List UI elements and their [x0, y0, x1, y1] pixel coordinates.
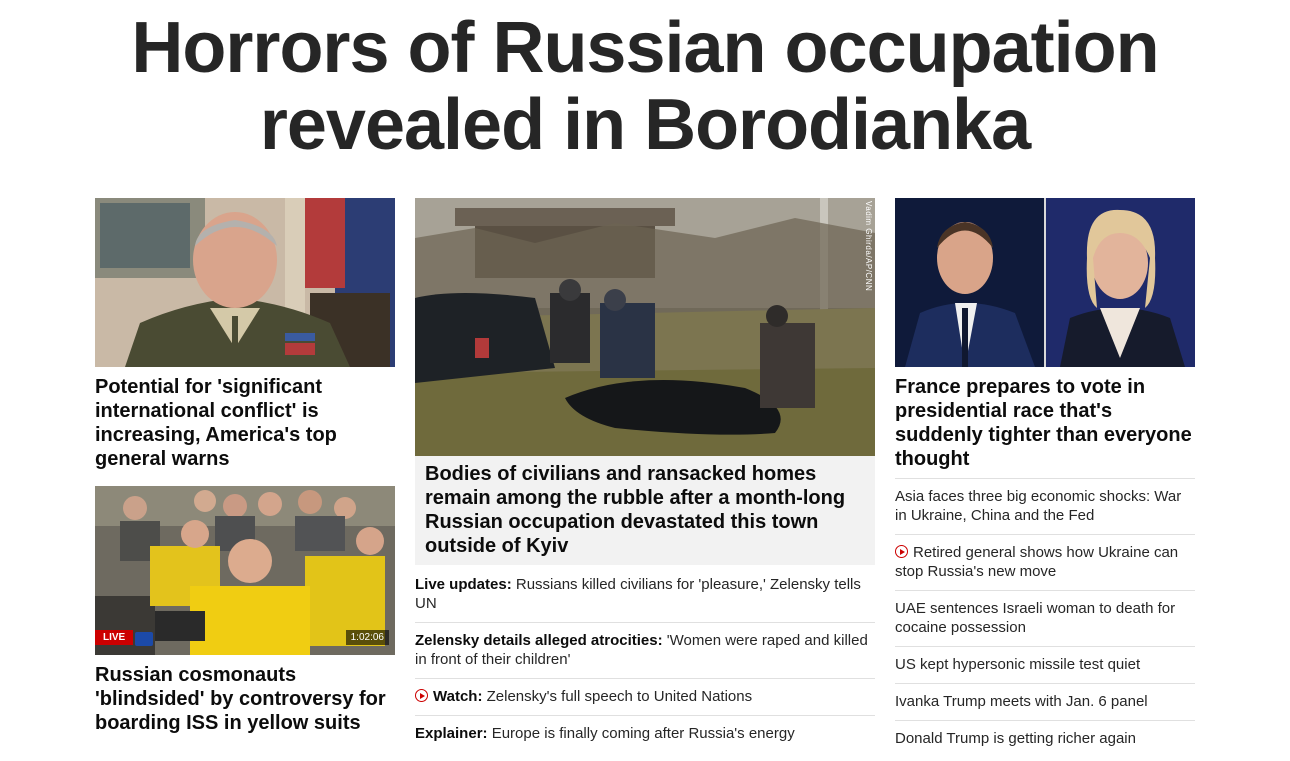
- main-headline-link[interactable]: Horrors of Russian occupation revealed i…: [131, 8, 1159, 165]
- list-item[interactable]: US kept hypersonic missile test quiet: [895, 646, 1195, 683]
- feature-title-box: Bodies of civilians and ransacked homes …: [415, 456, 875, 565]
- borodianka-feature-image[interactable]: Vadim Ghirda/AP/CNN: [415, 198, 875, 456]
- play-video-icon: [895, 545, 908, 558]
- headline-link-asia-shocks[interactable]: Asia faces three big economic shocks: Wa…: [895, 488, 1181, 524]
- related-link-watch-speech[interactable]: Watch: Zelensky's full speech to United …: [415, 688, 752, 705]
- cosmonauts-video-thumbnail[interactable]: LIVE 1:02:06: [95, 486, 395, 655]
- link-text: Retired general shows how Ukraine can st…: [895, 544, 1179, 580]
- story-title-france-election[interactable]: France prepares to vote in presidential …: [895, 375, 1195, 471]
- list-item[interactable]: Watch: Zelensky's full speech to United …: [415, 678, 875, 715]
- headlines-list: Asia faces three big economic shocks: Wa…: [895, 478, 1195, 757]
- headline-link-ivanka[interactable]: Ivanka Trump meets with Jan. 6 panel: [895, 693, 1148, 710]
- story-title-cosmonauts[interactable]: Russian cosmonauts 'blindsided' by contr…: [95, 663, 395, 735]
- list-item[interactable]: Ivanka Trump meets with Jan. 6 panel: [895, 683, 1195, 720]
- list-item[interactable]: Zelensky details alleged atrocities: 'Wo…: [415, 622, 875, 678]
- link-kicker: Explainer:: [415, 725, 488, 742]
- headline-link-trump-richer[interactable]: Donald Trump is getting richer again: [895, 730, 1136, 747]
- list-item[interactable]: Explainer: Europe is finally coming afte…: [415, 715, 875, 752]
- live-badge: LIVE: [95, 630, 134, 645]
- right-column: France prepares to vote in presidential …: [895, 198, 1195, 757]
- center-column: Vadim Ghirda/AP/CNN Bodies of civilians …: [415, 198, 875, 752]
- related-link-live-updates[interactable]: Live updates: Russians killed civilians …: [415, 576, 861, 612]
- headline-link-hypersonic[interactable]: US kept hypersonic missile test quiet: [895, 656, 1140, 673]
- image-credit: Vadim Ghirda/AP/CNN: [864, 201, 873, 292]
- list-item[interactable]: Asia faces three big economic shocks: Wa…: [895, 479, 1195, 534]
- macron-lepen-image[interactable]: [895, 198, 1195, 367]
- list-item[interactable]: UAE sentences Israeli woman to death for…: [895, 590, 1195, 646]
- link-kicker: Watch:: [433, 688, 483, 705]
- link-text: Zelensky's full speech to United Nations: [482, 688, 753, 705]
- feature-story-title[interactable]: Bodies of civilians and ransacked homes …: [425, 462, 865, 558]
- channel-logo-icon: [135, 632, 153, 646]
- list-item[interactable]: Retired general shows how Ukraine can st…: [895, 534, 1195, 590]
- link-text: Europe is finally coming after Russia's …: [487, 725, 795, 742]
- headline-link-retired-general[interactable]: Retired general shows how Ukraine can st…: [895, 544, 1178, 580]
- link-kicker: Live updates:: [415, 576, 512, 593]
- list-item[interactable]: Live updates: Russians killed civilians …: [415, 567, 875, 622]
- play-video-icon: [415, 689, 428, 702]
- list-item[interactable]: Donald Trump is getting richer again: [895, 720, 1195, 757]
- story-title-milley[interactable]: Potential for 'significant international…: [95, 375, 395, 471]
- main-headline: Horrors of Russian occupation revealed i…: [0, 10, 1290, 164]
- related-links-list: Live updates: Russians killed civilians …: [415, 567, 875, 752]
- related-link-explainer[interactable]: Explainer: Europe is finally coming afte…: [415, 725, 795, 742]
- related-link-atrocities[interactable]: Zelensky details alleged atrocities: 'Wo…: [415, 632, 868, 668]
- headline-link-uae-sentence[interactable]: UAE sentences Israeli woman to death for…: [895, 600, 1175, 636]
- video-duration: 1:02:06: [345, 630, 389, 645]
- left-column: Potential for 'significant international…: [95, 198, 395, 735]
- link-kicker: Zelensky details alleged atrocities:: [415, 632, 663, 649]
- general-milley-image[interactable]: [95, 198, 395, 367]
